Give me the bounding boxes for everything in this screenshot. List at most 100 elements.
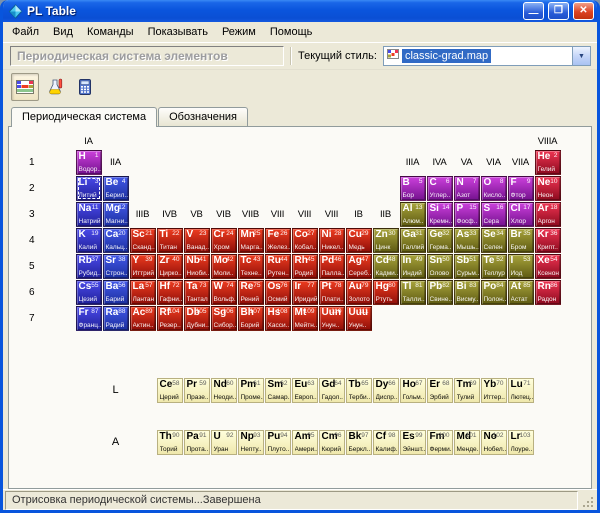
element-cell-fr[interactable]: Fr87Франц.. <box>76 306 102 331</box>
element-cell-zr[interactable]: Zr40Цирко.. <box>157 254 183 279</box>
element-cell-bh[interactable]: Bh107Борий <box>238 306 264 331</box>
menu-item-commands[interactable]: Команды <box>80 24 141 40</box>
combo-dropdown-button[interactable]: ▼ <box>572 47 590 65</box>
element-cell-nb[interactable]: Nb41Ниоби.. <box>184 254 210 279</box>
element-cell-dy[interactable]: Dy66Диспр.. <box>373 378 399 403</box>
element-cell-md[interactable]: Md101Менде.. <box>454 430 480 455</box>
element-cell-f[interactable]: F9Фтор <box>508 176 534 201</box>
element-cell-as[interactable]: As33Мышь.. <box>454 228 480 253</box>
element-cell-ga[interactable]: Ga31Галлий <box>400 228 426 253</box>
element-cell-cs[interactable]: Cs55Цезий <box>76 280 102 305</box>
tab-periodic-system[interactable]: Периодическая система <box>11 107 157 127</box>
element-cell-na[interactable]: Na11Натрий <box>76 202 102 227</box>
element-cell-lu[interactable]: Lu71Лютец.. <box>508 378 534 403</box>
element-cell-cd[interactable]: Cd48Кадми.. <box>373 254 399 279</box>
element-cell-si[interactable]: Si14Кремн.. <box>427 202 453 227</box>
element-cell-ho[interactable]: Ho67Гольм.. <box>400 378 426 403</box>
element-cell-w[interactable]: W74Вольф.. <box>211 280 237 305</box>
element-cell-ac[interactable]: Ac89Актин.. <box>130 306 156 331</box>
periodic-table-button[interactable] <box>11 73 39 101</box>
element-cell-k[interactable]: K19Калий <box>76 228 102 253</box>
element-cell-yb[interactable]: Yb70Иттер.. <box>481 378 507 403</box>
element-cell-np[interactable]: Np93Непту.. <box>238 430 264 455</box>
element-cell-eu[interactable]: Eu63Европ.. <box>292 378 318 403</box>
element-cell-mt[interactable]: Mt109Мейтн.. <box>292 306 318 331</box>
element-cell-hs[interactable]: Hs108Хасси.. <box>265 306 291 331</box>
element-cell-es[interactable]: Es99Эйншт.. <box>400 430 426 455</box>
element-cell-ta[interactable]: Ta73Тантал <box>184 280 210 305</box>
element-cell-db[interactable]: Db105Дубни.. <box>184 306 210 331</box>
element-cell-o[interactable]: O8Кисло.. <box>481 176 507 201</box>
element-cell-ge[interactable]: Ge32Герма.. <box>427 228 453 253</box>
element-cell-p[interactable]: P15Фосф.. <box>454 202 480 227</box>
element-cell-ca[interactable]: Ca20Кальц.. <box>103 228 129 253</box>
element-cell-pt[interactable]: Pt78Плати.. <box>319 280 345 305</box>
maximize-button[interactable]: ❐ <box>548 2 569 20</box>
element-cell-u[interactable]: U92Уран <box>211 430 237 455</box>
element-cell-s[interactable]: S16Сера <box>481 202 507 227</box>
element-cell-br[interactable]: Br35Бром <box>508 228 534 253</box>
element-cell-sb[interactable]: Sb51Сурьм.. <box>454 254 480 279</box>
element-cell-rh[interactable]: Rh45Родий <box>292 254 318 279</box>
element-cell-hg[interactable]: Hg80Ртуть <box>373 280 399 305</box>
close-button[interactable]: ✕ <box>573 2 594 20</box>
element-cell-se[interactable]: Se34Селен <box>481 228 507 253</box>
element-cell-er[interactable]: Er68Эрбий <box>427 378 453 403</box>
element-cell-zn[interactable]: Zn30Цинк <box>373 228 399 253</box>
element-cell-fm[interactable]: Fm100Ферми.. <box>427 430 453 455</box>
element-cell-li[interactable]: Li3Литий <box>76 176 102 201</box>
element-cell-nd[interactable]: Nd60Неоди.. <box>211 378 237 403</box>
element-cell-kr[interactable]: Kr36Крипт.. <box>535 228 561 253</box>
element-cell-ne[interactable]: Ne10Неон <box>535 176 561 201</box>
element-cell-i[interactable]: I53Иод <box>508 254 534 279</box>
element-cell-al[interactable]: Al13Алюм.. <box>400 202 426 227</box>
element-cell-ag[interactable]: Ag47Сереб.. <box>346 254 372 279</box>
element-cell-re[interactable]: Re75Рений <box>238 280 264 305</box>
style-combobox[interactable]: classic-grad.map ▼ <box>383 46 591 66</box>
element-cell-rn[interactable]: Rn86Радон <box>535 280 561 305</box>
chemistry-lab-button[interactable] <box>41 73 69 101</box>
element-cell-ir[interactable]: Ir77Иридий <box>292 280 318 305</box>
menu-item-file[interactable]: Файл <box>5 24 46 40</box>
element-cell-he[interactable]: He2Гелий <box>535 150 561 175</box>
menu-item-help[interactable]: Помощь <box>263 24 320 40</box>
element-cell-tb[interactable]: Tb65Терби.. <box>346 378 372 403</box>
element-cell-th[interactable]: Th90Торий <box>157 430 183 455</box>
element-cell-bi[interactable]: Bi83Висму.. <box>454 280 480 305</box>
element-cell-pu[interactable]: Pu94Плуто.. <box>265 430 291 455</box>
element-cell-fe[interactable]: Fe26Желез.. <box>265 228 291 253</box>
element-cell-bk[interactable]: Bk97Беркл.. <box>346 430 372 455</box>
tab-legend[interactable]: Обозначения <box>158 107 248 126</box>
resize-grip[interactable] <box>580 492 595 509</box>
element-cell-cl[interactable]: Cl17Хлор <box>508 202 534 227</box>
element-cell-sr[interactable]: Sr38Строн.. <box>103 254 129 279</box>
menu-item-view[interactable]: Вид <box>46 24 80 40</box>
element-cell-ce[interactable]: Ce58Церий <box>157 378 183 403</box>
element-cell-be[interactable]: Be4Берил.. <box>103 176 129 201</box>
menu-item-show[interactable]: Показывать <box>141 24 215 40</box>
element-cell-in[interactable]: In49Индий <box>400 254 426 279</box>
element-cell-mg[interactable]: Mg12Магни.. <box>103 202 129 227</box>
element-cell-no[interactable]: No102Нобел.. <box>481 430 507 455</box>
element-cell-sm[interactable]: Sm62Самар.. <box>265 378 291 403</box>
element-cell-sg[interactable]: Sg106Сибор.. <box>211 306 237 331</box>
element-cell-tc[interactable]: Tc43Техне.. <box>238 254 264 279</box>
minimize-button[interactable]: — <box>523 2 544 20</box>
element-cell-uuu[interactable]: Uuu111Унун.. <box>346 306 372 331</box>
element-cell-mn[interactable]: Mn25Марга.. <box>238 228 264 253</box>
element-cell-cm[interactable]: Cm96Кюрий <box>319 430 345 455</box>
element-cell-tl[interactable]: Tl81Талли.. <box>400 280 426 305</box>
element-cell-tm[interactable]: Tm69Тулий <box>454 378 480 403</box>
element-cell-b[interactable]: B5Бор <box>400 176 426 201</box>
element-cell-ti[interactable]: Ti22Титан <box>157 228 183 253</box>
element-cell-pd[interactable]: Pd46Палла.. <box>319 254 345 279</box>
element-cell-ba[interactable]: Ba56Барий <box>103 280 129 305</box>
element-cell-te[interactable]: Te52Теллур <box>481 254 507 279</box>
element-cell-mo[interactable]: Mo42Моли.. <box>211 254 237 279</box>
element-cell-sc[interactable]: Sc21Сканд.. <box>130 228 156 253</box>
element-cell-cu[interactable]: Cu29Медь <box>346 228 372 253</box>
element-cell-ra[interactable]: Ra88Радий <box>103 306 129 331</box>
element-cell-pr[interactable]: Pr59Празе.. <box>184 378 210 403</box>
element-cell-au[interactable]: Au79Золото <box>346 280 372 305</box>
element-cell-la[interactable]: La57Лантан <box>130 280 156 305</box>
